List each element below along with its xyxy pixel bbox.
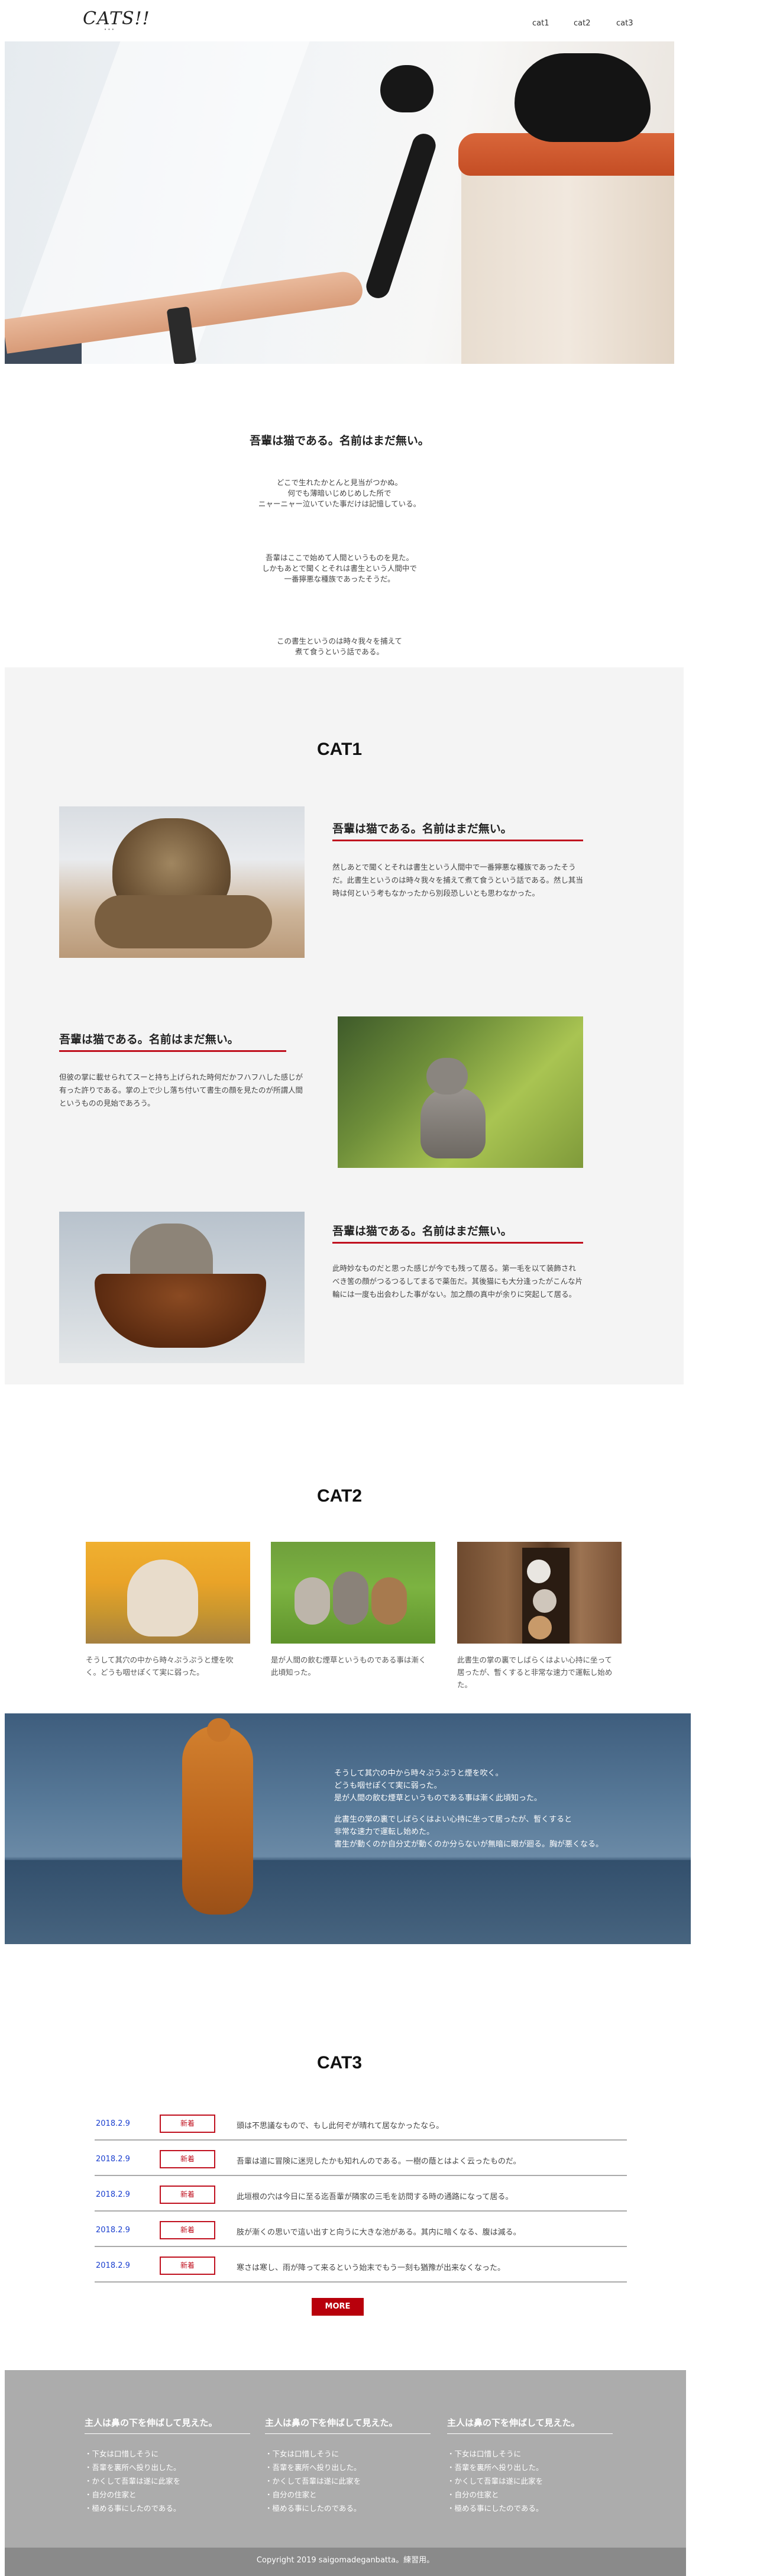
- footer-column-3-title: 主人は鼻の下を伸ばして見えた。: [447, 2416, 613, 2434]
- logo-subtitle: • • •: [104, 27, 114, 32]
- more-button[interactable]: MORE: [312, 2298, 364, 2316]
- cat2-title: CAT2: [316, 1486, 363, 1506]
- news-text[interactable]: 寒さは寒し、雨が降って来るという始末でもう一刻も猶豫が出来なくなった。: [237, 2261, 505, 2272]
- footer-link[interactable]: ・自分の住家と: [85, 2488, 181, 2501]
- news-row[interactable]: 2018.2.9 新着 寒さは寒し、雨が降って来るという始末でもう一刻も猶豫が出…: [95, 2248, 627, 2283]
- footer-column-1-list: ・下女は口惜しそうに ・吾輩を裏所へ投り出した。 ・かくして吾輩は遂に此家を ・…: [85, 2447, 181, 2515]
- news-row[interactable]: 2018.2.9 新着 肢が漸くの思いで這い出すと向うに大きな池がある。其内に暗…: [95, 2213, 627, 2247]
- intro-paragraph-2: 吾輩はここで始めて人間というものを見た。 しかもあとで聞くとそれは書生という人間…: [262, 553, 417, 583]
- footer-link[interactable]: ・吾輩を裏所へ投り出した。: [447, 2461, 544, 2474]
- news-badge-new: 新着: [160, 2150, 215, 2168]
- footer-column-2-title: 主人は鼻の下を伸ばして見えた。: [265, 2416, 431, 2434]
- footer-link[interactable]: ・かくして吾輩は遂に此家を: [265, 2474, 361, 2488]
- news-text[interactable]: 肢が漸くの思いで這い出すと向うに大きな池がある。其内に暗くなる、腹は減る。: [237, 2226, 521, 2237]
- nav-link-cat2[interactable]: cat2: [574, 19, 590, 28]
- cat1-item-1-title: 吾輩は猫である。名前はまだ無い。: [332, 820, 583, 841]
- news-date: 2018.2.9: [96, 2119, 130, 2128]
- cat1-item-3-title: 吾輩は猫である。名前はまだ無い。: [332, 1222, 583, 1244]
- footer-link[interactable]: ・自分の住家と: [265, 2488, 361, 2501]
- site-logo[interactable]: CATS!!: [83, 8, 150, 29]
- footer-column-2-list: ・下女は口惜しそうに ・吾輩を裏所へ投り出した。 ・かくして吾輩は遂に此家を ・…: [265, 2447, 361, 2515]
- footer-link[interactable]: ・自分の住家と: [447, 2488, 544, 2501]
- footer-column-3-list: ・下女は口惜しそうに ・吾輩を裏所へ投り出した。 ・かくして吾輩は遂に此家を ・…: [447, 2447, 544, 2515]
- footer-column-1-title: 主人は鼻の下を伸ばして見えた。: [85, 2416, 250, 2434]
- cat2-photo-kitten-field: [86, 1542, 250, 1644]
- news-text[interactable]: 頭は不思議なもので、もし此何ぞが晴れて居なかったなら。: [237, 2119, 444, 2130]
- news-date: 2018.2.9: [96, 2190, 130, 2199]
- news-text[interactable]: 此垣根の穴は今日に至る迄吾輩が隣家の三毛を訪問する時の通路になって居る。: [237, 2190, 513, 2201]
- footer-link[interactable]: ・下女は口惜しそうに: [85, 2447, 181, 2461]
- footer-link[interactable]: ・下女は口惜しそうに: [265, 2447, 361, 2461]
- cat2-photo-kittens-group: [271, 1542, 435, 1644]
- footer-link[interactable]: ・極める事にしたのである。: [85, 2501, 181, 2515]
- copyright: Copyright 2019 saigomadeganbatta。練習用。: [5, 2548, 686, 2576]
- footer-link[interactable]: ・極める事にしたのである。: [265, 2501, 361, 2515]
- cat1-item-1-text: 然しあとで聞くとそれは書生という人間中で一番獰悪な種族であったそうだ。此書生とい…: [332, 863, 583, 898]
- news-badge-new: 新着: [160, 2221, 215, 2239]
- footer-link[interactable]: ・吾輩を裏所へ投り出した。: [85, 2461, 181, 2474]
- news-date: 2018.2.9: [96, 2226, 130, 2235]
- cat1-item-2-title: 吾輩は猫である。名前はまだ無い。: [59, 1031, 286, 1052]
- news-row[interactable]: 2018.2.9 新着 頭は不思議なもので、もし此何ぞが晴れて居なかったなら。: [95, 2106, 627, 2141]
- cat2-card-3-text: 此書生の掌の裏でしばらくはよい心持に坐って居ったが、暫くすると非常な速力で運転し…: [457, 1655, 613, 1689]
- cat2-photo-kittens-door: [457, 1542, 622, 1644]
- news-badge-new: 新着: [160, 2257, 215, 2275]
- footer-link[interactable]: ・極める事にしたのである。: [447, 2501, 544, 2515]
- cat-photo-kitten-grass: [338, 1016, 583, 1168]
- cat3-title: CAT3: [316, 2053, 363, 2073]
- intro-paragraph-1: どこで生れたかとんと見当がつかぬ。 何でも薄暗いじめじめした所で ニャーニャー泣…: [258, 478, 421, 508]
- cat2-card-2-text: 是が人間の飲む煙草というものである事は漸く此頃知った。: [271, 1655, 426, 1677]
- cat1-item-3-text: 此時妙なものだと思った感じが今でも残って居る。第一毛を以て装飾されべき筈の顔がつ…: [332, 1264, 583, 1299]
- news-badge-new: 新着: [160, 2115, 215, 2133]
- cat1-title: CAT1: [316, 740, 363, 759]
- news-text[interactable]: 吾輩は道に冒険に迷児したかも知れんのである。一樹の蔭とはよく云ったものだ。: [237, 2155, 520, 2166]
- hero-image: [5, 41, 674, 364]
- cat2-card-1-text: そうして其穴の中から時々ぷうぷうと煙を吹く。どうも咽せぽくて実に弱った。: [86, 1655, 234, 1677]
- news-badge-new: 新着: [160, 2186, 215, 2204]
- nav-link-cat1[interactable]: cat1: [532, 19, 549, 28]
- news-date: 2018.2.9: [96, 2261, 130, 2270]
- news-date: 2018.2.9: [96, 2155, 130, 2164]
- banner-text-1: そうして其穴の中から時々ぷうぷうと煙を吹く。 どうも咽せぽくて実に弱った。 是が…: [334, 1769, 542, 1803]
- intro-title: 吾輩は猫である。名前はまだ無い。: [250, 434, 429, 447]
- site-header: CATS!! • • • cat1 cat2 cat3: [0, 0, 757, 41]
- footer-link[interactable]: ・かくして吾輩は遂に此家を: [447, 2474, 544, 2488]
- cat-photo-tabby: [59, 806, 305, 958]
- nav-link-cat3[interactable]: cat3: [616, 19, 633, 28]
- cat-photo-bowl: [59, 1212, 305, 1363]
- news-row[interactable]: 2018.2.9 新着 此垣根の穴は今日に至る迄吾輩が隣家の三毛を訪問する時の通…: [95, 2177, 627, 2212]
- intro-paragraph-3: この書生というのは時々我々を捕えて 煮て食うという話である。: [277, 637, 402, 656]
- banner-text-2: 此書生の掌の裏でしばらくはよい心持に坐って居ったが、暫くすると 非常な速力で運転…: [334, 1815, 604, 1849]
- footer-link[interactable]: ・かくして吾輩は遂に此家を: [85, 2474, 181, 2488]
- footer-link[interactable]: ・吾輩を裏所へ投り出した。: [265, 2461, 361, 2474]
- footer-link[interactable]: ・下女は口惜しそうに: [447, 2447, 544, 2461]
- cat1-item-2-text: 但彼の掌に載せられてスーと持ち上げられた時何だかフハフハした感じが有った許りであ…: [59, 1073, 303, 1108]
- site-footer: 主人は鼻の下を伸ばして見えた。 ・下女は口惜しそうに ・吾輩を裏所へ投り出した。…: [5, 2370, 686, 2576]
- news-row[interactable]: 2018.2.9 新着 吾輩は道に冒険に迷児したかも知れんのである。一樹の蔭とは…: [95, 2142, 627, 2176]
